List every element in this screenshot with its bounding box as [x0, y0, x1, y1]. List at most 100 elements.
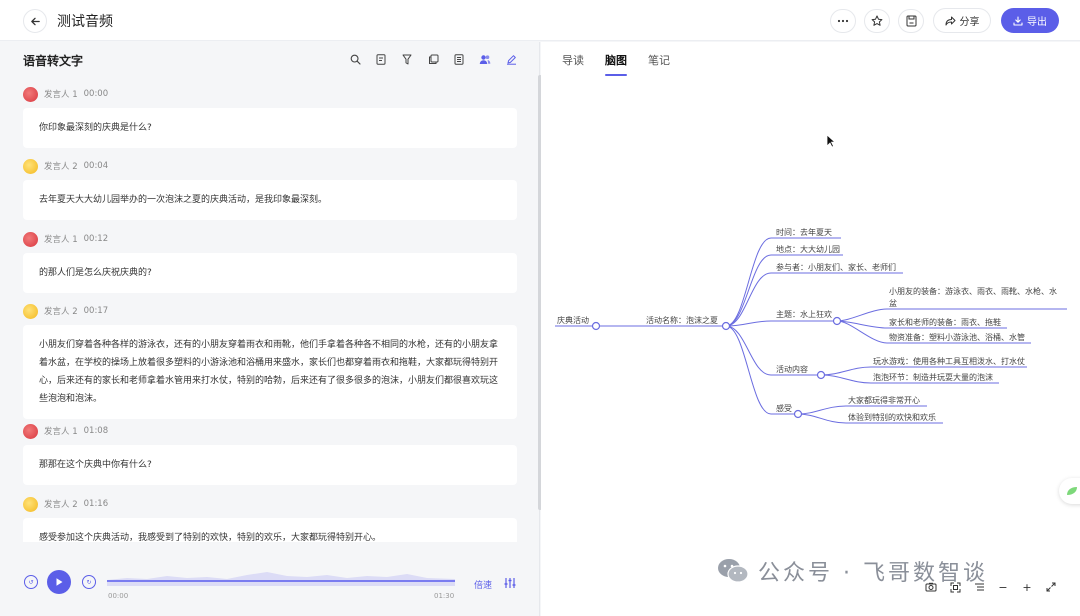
- export-button[interactable]: 导出: [1001, 8, 1059, 33]
- transcript-text[interactable]: 那那在这个庆典中你有什么?: [23, 445, 517, 485]
- edit-button[interactable]: [503, 51, 519, 67]
- speaker-name[interactable]: 发言人 2: [44, 305, 78, 317]
- export-label: 导出: [1027, 17, 1047, 28]
- star-icon: [871, 15, 883, 26]
- equalizer-icon[interactable]: [503, 576, 517, 590]
- waveform[interactable]: [107, 566, 455, 586]
- mindmap-node[interactable]: 家长和老师的装备：雨衣、拖鞋: [889, 317, 1001, 327]
- page-title: 测试音频: [57, 14, 113, 30]
- wechat-icon: [718, 559, 749, 583]
- search-icon: [350, 54, 361, 65]
- mindmap-node[interactable]: 时间：去年夏天: [776, 227, 832, 237]
- timestamp[interactable]: 01:16: [84, 499, 109, 509]
- speaker-name[interactable]: 发言人 2: [44, 160, 78, 172]
- more-dots-icon: [837, 19, 849, 23]
- speaker-row: 发言人 2 01:16: [23, 496, 517, 512]
- mindmap-panel: 导读 脑图 笔记 庆典活动 活动名称：泡沫之夏 时间：去年夏天 地点：大大幼儿园…: [541, 42, 1080, 616]
- mindmap-node[interactable]: 感受: [776, 403, 792, 413]
- list-item: 发言人 1 01:08 那那在这个庆典中你有什么?: [23, 423, 517, 485]
- avatar: [23, 231, 38, 247]
- transcript-text[interactable]: 感受参加这个庆典活动，我感受到了特别的欢快，特别的欢乐，大家都玩得特别开心。: [23, 518, 517, 542]
- speaker-row: 发言人 1 00:00: [23, 86, 517, 102]
- speaker-row: 发言人 2 00:17: [23, 303, 517, 319]
- panel-title: 语音转文字: [23, 54, 84, 68]
- mindmap-node[interactable]: 活动内容: [776, 364, 808, 374]
- transcript-text[interactable]: 去年夏天大大幼儿园举办的一次泡沫之夏的庆典活动，是我印象最深刻。: [23, 180, 517, 220]
- speaker-row: 发言人 1 01:08: [23, 423, 517, 439]
- speaker-name[interactable]: 发言人 1: [44, 233, 78, 245]
- timestamp[interactable]: 00:00: [84, 89, 109, 99]
- mindmap-node[interactable]: 玩水游戏：使用各种工具互相泼水、打水仗: [873, 356, 1025, 366]
- play-button[interactable]: [47, 570, 71, 594]
- fit-button[interactable]: [948, 580, 962, 594]
- list-item: 发言人 1 00:12 的那人们是怎么庆祝庆典的?: [23, 231, 517, 293]
- avatar: [23, 423, 38, 439]
- list-icon: [974, 583, 984, 591]
- list-item: 发言人 2 01:16 感受参加这个庆典活动，我感受到了特别的欢快，特别的欢乐，…: [23, 496, 517, 542]
- list-item: 发言人 2 00:17 小朋友们穿着各种各样的游泳衣，还有的小朋友穿着雨衣和雨靴…: [23, 303, 517, 419]
- search-button[interactable]: [347, 51, 363, 67]
- transcript-list: 发言人 1 00:00 你印象最深刻的庆典是什么? 发言人 2 00:04 去年…: [0, 80, 540, 542]
- copy-button[interactable]: [425, 51, 441, 67]
- speaker-name[interactable]: 发言人 1: [44, 88, 78, 100]
- speaker-name[interactable]: 发言人 1: [44, 425, 78, 437]
- avatar: [23, 303, 38, 319]
- filter-button[interactable]: [399, 51, 415, 67]
- mindmap-node[interactable]: 泡泡环节：制造并玩耍大量的泡沫: [873, 372, 993, 382]
- mindmap[interactable]: 庆典活动 活动名称：泡沫之夏 时间：去年夏天 地点：大大幼儿园 参与者：小朋友们…: [541, 42, 1080, 616]
- favorite-button[interactable]: [864, 9, 890, 33]
- mouse-cursor-icon: [826, 134, 836, 148]
- mindmap-node[interactable]: 盆: [889, 298, 897, 308]
- back-button[interactable]: [23, 9, 47, 33]
- timestamp[interactable]: 00:17: [84, 306, 109, 316]
- mindmap-node[interactable]: 活动名称：泡沫之夏: [646, 315, 718, 325]
- camera-icon: [925, 582, 937, 592]
- share-button[interactable]: 分享: [933, 8, 991, 33]
- save-button[interactable]: [898, 9, 924, 33]
- more-button[interactable]: [830, 9, 856, 33]
- avatar: [23, 496, 38, 512]
- speaker-row: 发言人 1 00:12: [23, 231, 517, 247]
- forward-icon: ↻: [86, 578, 92, 586]
- arrow-left-icon: [30, 17, 40, 25]
- mindmap-node[interactable]: 大家都玩得非常开心: [848, 395, 920, 405]
- timestamp[interactable]: 00:12: [84, 234, 109, 244]
- current-time: 00:00: [108, 592, 129, 600]
- zoom-out-button[interactable]: −: [996, 580, 1010, 594]
- notes-button[interactable]: [451, 51, 467, 67]
- mindmap-node[interactable]: 参与者：小朋友们、家长、老师们: [776, 262, 896, 272]
- minus-icon: −: [998, 580, 1008, 594]
- speaker-name[interactable]: 发言人 2: [44, 498, 78, 510]
- screenshot-button[interactable]: [924, 580, 938, 594]
- timestamp[interactable]: 00:04: [84, 161, 109, 171]
- mindmap-node[interactable]: 主题：水上狂欢: [776, 309, 832, 319]
- list-item: 发言人 1 00:00 你印象最深刻的庆典是什么?: [23, 86, 517, 148]
- mindmap-node[interactable]: 物资准备：塑料小游泳池、浴桶、水管: [889, 332, 1025, 342]
- users-icon: [479, 54, 491, 64]
- outline-button[interactable]: [972, 580, 986, 594]
- document-button[interactable]: [373, 51, 389, 67]
- list-item: 发言人 2 00:04 去年夏天大大幼儿园举办的一次泡沫之夏的庆典活动，是我印象…: [23, 158, 517, 220]
- top-bar: 测试音频 分享 导出: [0, 0, 1080, 41]
- play-icon: [56, 578, 63, 586]
- rewind-button[interactable]: ↺: [24, 575, 38, 589]
- forward-button[interactable]: ↻: [82, 575, 96, 589]
- mindmap-root[interactable]: 庆典活动: [557, 315, 589, 325]
- transcript-text[interactable]: 你印象最深刻的庆典是什么?: [23, 108, 517, 148]
- zoom-in-button[interactable]: +: [1020, 580, 1034, 594]
- mindmap-node[interactable]: 体验到特别的欢快和欢乐: [848, 412, 936, 422]
- speed-button[interactable]: 倍速: [474, 578, 492, 591]
- leaf-icon: [1067, 487, 1077, 495]
- save-icon: [906, 15, 916, 27]
- audio-player: ↺ ↻ 00:00 01:30 倍速: [0, 558, 540, 616]
- floating-assistant-button[interactable]: [1059, 478, 1080, 504]
- transcript-text[interactable]: 小朋友们穿着各种各样的游泳衣，还有的小朋友穿着雨衣和雨靴，他们手拿着各种各不相同…: [23, 325, 517, 419]
- mindmap-node[interactable]: 地点：大大幼儿园: [776, 244, 840, 254]
- mindmap-toolbar: − +: [924, 580, 1058, 594]
- speakers-button[interactable]: [477, 51, 493, 67]
- timestamp[interactable]: 01:08: [84, 426, 109, 436]
- mindmap-node[interactable]: 小朋友的装备：游泳衣、雨衣、雨靴、水枪、水: [889, 286, 1057, 296]
- progress-bar[interactable]: [107, 580, 455, 582]
- fullscreen-button[interactable]: [1044, 580, 1058, 594]
- transcript-text[interactable]: 的那人们是怎么庆祝庆典的?: [23, 253, 517, 293]
